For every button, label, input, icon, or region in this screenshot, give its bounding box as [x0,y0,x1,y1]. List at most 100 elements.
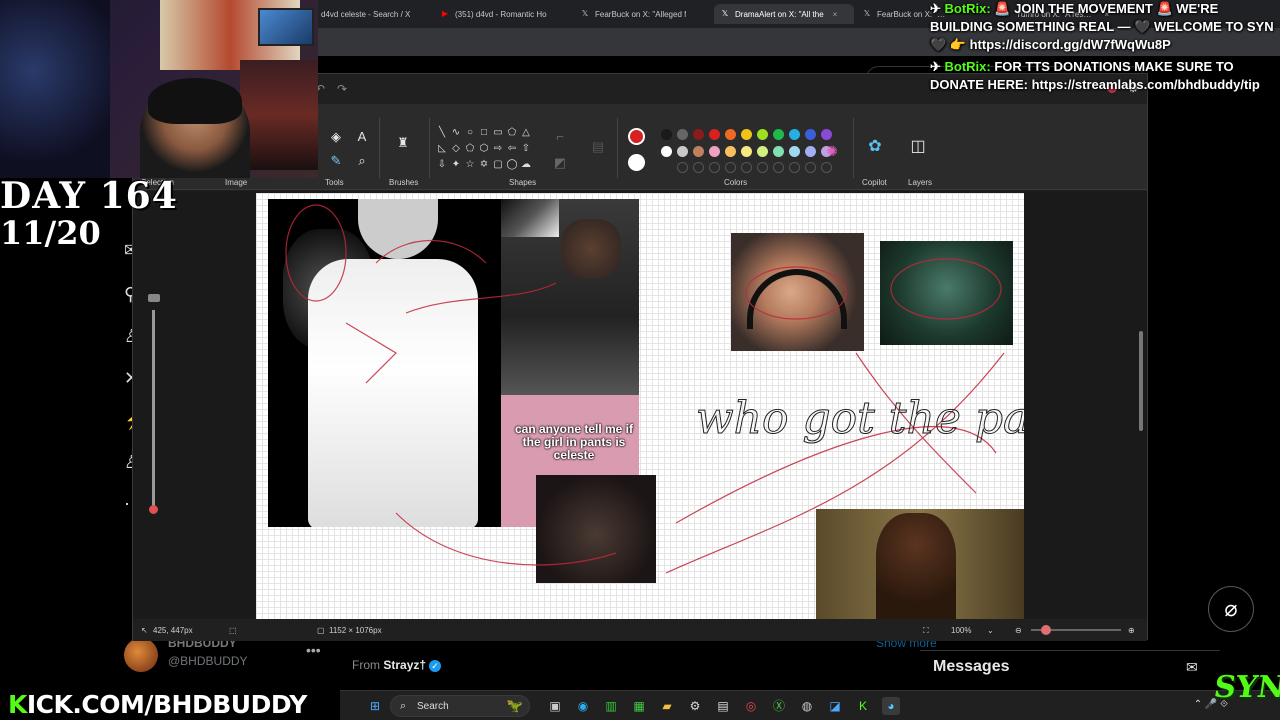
taskbar-search[interactable]: ⌕ Search 🦖 [390,695,530,717]
primary-color-swatch[interactable] [628,128,645,145]
copilot-icon[interactable]: ✿ [866,138,884,156]
color-swatch[interactable] [773,129,784,140]
slider-thumb[interactable] [149,505,158,514]
oval-shape-icon[interactable]: ○ [463,126,477,140]
hexagon-shape-icon[interactable]: ⬡ [477,142,491,156]
custom-color-slot[interactable] [725,162,736,173]
store-app-icon[interactable]: ▤ [714,697,732,715]
color-swatch[interactable] [741,129,752,140]
drawing-canvas[interactable]: can anyone tell me if the girl in pants … [256,193,1024,619]
kick-app-icon[interactable]: K [854,697,872,715]
color-swatch[interactable] [693,129,704,140]
fill-style-icon[interactable]: ◩ [551,154,569,172]
pencil-icon[interactable]: ✎ [327,152,345,170]
color-swatch[interactable] [725,146,736,157]
zoom-out-icon[interactable]: ⊖ [1015,626,1022,635]
callout-cloud-shape-icon[interactable]: ☁ [519,158,533,172]
browser-tab[interactable]: 𝕏 FearBuck on X: "Alleged f [574,4,710,24]
outline-icon[interactable]: ⌐ [551,128,569,146]
shape-size-icon[interactable]: ▤ [589,138,607,156]
color-swatch[interactable] [805,129,816,140]
redo-icon[interactable]: ↷ [337,82,347,96]
up-arrow-shape-icon[interactable]: ⇧ [519,142,533,156]
browser-tab[interactable]: 𝕏 d4vd celeste - Search / X [300,4,430,24]
pentagon-shape-icon[interactable]: ⬠ [463,142,477,156]
custom-color-slot[interactable] [821,162,832,173]
right-triangle-shape-icon[interactable]: ◺ [435,142,449,156]
chrome-icon[interactable]: ◎ [742,697,760,715]
slider-grip-icon[interactable] [148,294,160,302]
grok-button[interactable]: ⌀ [1208,586,1254,632]
custom-color-slot[interactable] [693,162,704,173]
from-author[interactable]: Strayz† [383,658,426,672]
tab-close-icon[interactable]: × [833,10,838,19]
custom-color-slot[interactable] [741,162,752,173]
vscode-app-icon[interactable]: ◪ [826,697,844,715]
xbox-icon[interactable]: Ⓧ [770,697,788,715]
secondary-color-swatch[interactable] [628,154,645,171]
settings-app-icon[interactable]: ⚙ [686,697,704,715]
xbox-app-icon[interactable]: ▥ [602,697,620,715]
text-tool-icon[interactable]: A [353,128,371,146]
magnifier-icon[interactable]: ⌕ [353,152,371,170]
callout-rect-shape-icon[interactable]: ▢ [491,158,505,172]
left-arrow-shape-icon[interactable]: ⇦ [505,142,519,156]
color-swatch[interactable] [661,129,672,140]
custom-color-slot[interactable] [757,162,768,173]
windows-start-icon[interactable]: ⊞ [366,697,384,715]
zoom-level[interactable]: 100% [951,626,971,635]
browser-tab-active[interactable]: 𝕏 DramaAlert on X: "All the × [714,4,854,24]
rectangle-shape-icon[interactable]: □ [477,126,491,140]
fit-icon[interactable]: ⛶ [923,626,929,636]
callout-oval-shape-icon[interactable]: ◯ [505,158,519,172]
paint-app-icon[interactable]: ◕ [882,697,900,715]
rounded-rect-shape-icon[interactable]: ▭ [491,126,505,140]
color-wheel-icon[interactable]: ✺ [823,142,841,160]
right-arrow-shape-icon[interactable]: ⇨ [491,142,505,156]
edge-icon[interactable]: ◉ [574,697,592,715]
color-swatch[interactable] [677,129,688,140]
layers-icon[interactable]: ◫ [909,138,927,156]
color-swatch[interactable] [789,129,800,140]
vertical-scrollbar[interactable] [1139,311,1143,720]
star5-shape-icon[interactable]: ☆ [463,158,477,172]
color-swatch[interactable] [693,146,704,157]
custom-color-slot[interactable] [709,162,720,173]
zoom-in-icon[interactable]: ⊕ [1128,626,1135,635]
curve-shape-icon[interactable]: ∿ [449,126,463,140]
diamond-shape-icon[interactable]: ◇ [449,142,463,156]
brush-icon[interactable]: ♜ [394,134,412,152]
browser-tab[interactable]: ▶ (351) d4vd - Romantic Ho [434,4,570,24]
star4-shape-icon[interactable]: ✦ [449,158,463,172]
color-swatch[interactable] [677,146,688,157]
file-explorer-icon[interactable]: ▰ [658,697,676,715]
color-swatch[interactable] [805,146,816,157]
color-swatch[interactable] [757,129,768,140]
custom-color-slot[interactable] [789,162,800,173]
fill-icon[interactable]: ◈ [327,128,345,146]
color-swatch[interactable] [757,146,768,157]
star6-shape-icon[interactable]: ✡ [477,158,491,172]
color-swatch[interactable] [709,129,720,140]
color-swatch[interactable] [709,146,720,157]
custom-color-slot[interactable] [805,162,816,173]
zoom-dropdown-icon[interactable]: ⌄ [987,626,994,635]
messages-drawer[interactable]: Messages ✉ [920,650,1220,684]
color-swatch[interactable] [661,146,672,157]
obs-icon[interactable]: ◍ [798,697,816,715]
triangle-shape-icon[interactable]: △ [519,126,533,140]
new-message-icon[interactable]: ✉ [1186,659,1198,676]
color-swatch[interactable] [789,146,800,157]
more-options-icon[interactable]: ••• [306,642,321,658]
custom-color-slot[interactable] [677,162,688,173]
color-swatch[interactable] [821,129,832,140]
task-view-icon[interactable]: ▣ [546,697,564,715]
down-arrow-shape-icon[interactable]: ⇩ [435,158,449,172]
vertical-slider[interactable] [142,290,166,520]
color-swatch[interactable] [725,129,736,140]
color-swatch[interactable] [773,146,784,157]
color-swatch[interactable] [741,146,752,157]
spreadsheet-app-icon[interactable]: ▦ [630,697,648,715]
line-shape-icon[interactable]: ╲ [435,126,449,140]
zoom-slider[interactable] [1031,625,1121,635]
